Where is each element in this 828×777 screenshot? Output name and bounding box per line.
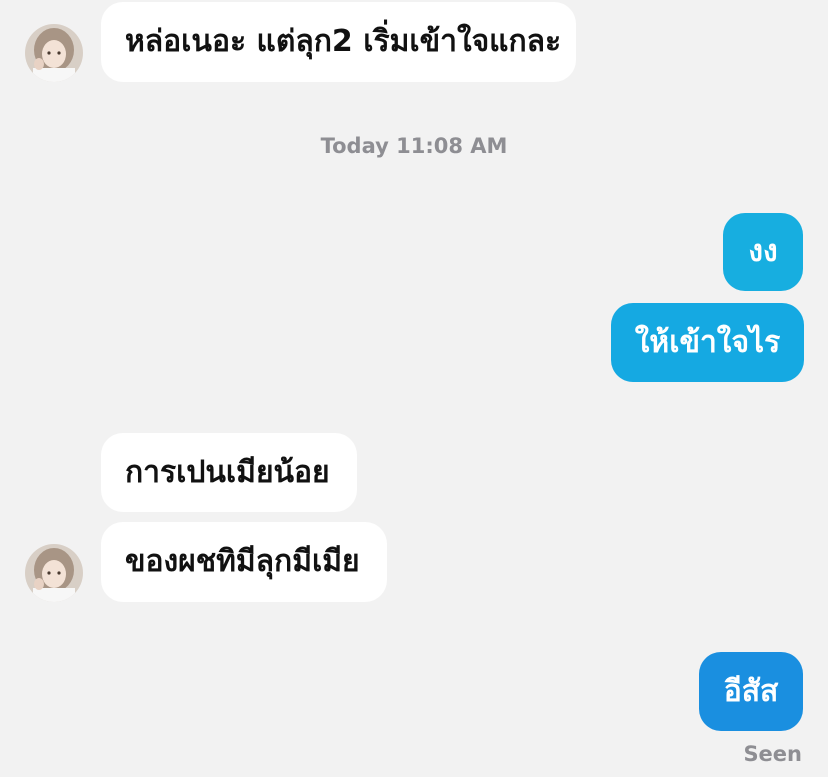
message-bubble-incoming[interactable]: หล่อเนอะ แต่ลุก2 เริ่มเข้าใจแกละ [101,2,576,82]
contact-avatar[interactable] [25,544,83,602]
message-text: อีสัส [723,673,779,709]
message-text: ให้เข้าใจไร [634,324,781,360]
message-bubble-incoming[interactable]: ของผชทิมีลุกมีเมีย [101,522,387,602]
message-text: ของผชทิมีลุกมีเมีย [125,544,360,579]
message-timestamp: Today 11:08 AM [320,134,508,158]
message-text: การเปนเมียน้อย [125,454,330,490]
message-bubble-outgoing[interactable]: อีสัส [699,652,803,731]
message-text: หล่อเนอะ แต่ลุก2 เริ่มเข้าใจแกละ [125,24,562,59]
message-text: งง [748,234,778,269]
avatar-photo-icon [25,24,83,82]
message-bubble-outgoing[interactable]: งง [723,213,803,291]
avatar-photo-icon [25,544,83,602]
message-bubble-outgoing[interactable]: ให้เข้าใจไร [611,303,804,382]
message-bubble-incoming[interactable]: การเปนเมียน้อย [101,433,357,512]
read-receipt: Seen [743,742,802,766]
contact-avatar[interactable] [25,24,83,82]
